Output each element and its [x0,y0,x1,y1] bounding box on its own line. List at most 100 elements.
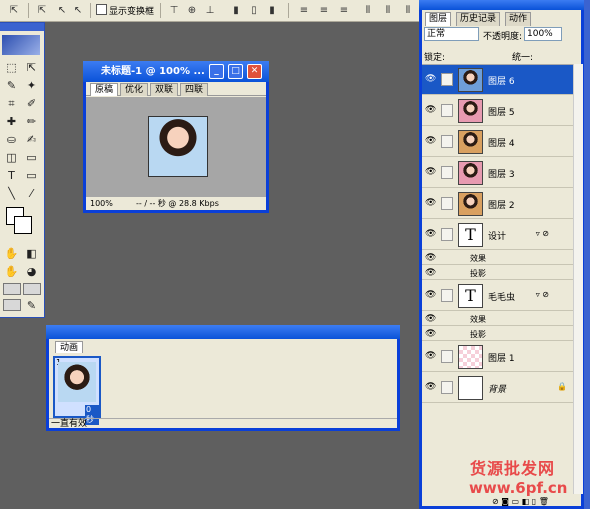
eyedropper-tool-icon[interactable]: ⁄ [22,185,41,202]
eye-icon[interactable]: 👁 [425,105,436,115]
tab-4up[interactable]: 四联 [180,83,209,96]
eye-icon[interactable]: 👁 [425,229,436,239]
link-icon[interactable] [441,228,453,241]
align-middle-icon[interactable]: ⊕ [184,3,200,18]
link-icon[interactable] [441,104,453,117]
link-icon[interactable] [441,166,453,179]
layer-row[interactable]: 👁 图层 6 [422,65,573,95]
history-brush-tool-icon[interactable]: ✍ [22,131,41,148]
layer-row[interactable]: 👁 T 毛毛虫 ▿ ⊘ [422,281,573,311]
opacity-field[interactable]: 100% [524,27,562,41]
layer-row[interactable]: 👁 图层 1 [422,342,573,372]
show-transform-controls-checkbox[interactable] [96,4,107,15]
layer-row[interactable]: 👁 图层 4 [422,127,573,157]
blend-mode-select[interactable]: 正常 [424,27,479,41]
tab-history[interactable]: 历史记录 [456,12,501,26]
crop-tool-icon[interactable]: ⌗ [2,95,21,112]
document-titlebar[interactable]: 未标题-1 @ 100% ... _ □ ✕ [83,61,269,82]
magic-wand-tool-icon[interactable]: ✦ [22,77,41,94]
healing-brush-tool-icon[interactable]: ✚ [2,113,21,130]
line-tool-icon[interactable]: ╲ [2,185,21,202]
align-center-icon[interactable]: ▯ [246,3,262,18]
quick-mask-icon[interactable]: ✋ [2,245,21,262]
distribute-bottom-icon[interactable]: ≡ [336,3,352,18]
link-icon[interactable] [441,135,453,148]
move-tool-icon[interactable]: ⇱ [6,3,22,18]
effects-icon[interactable]: ▿ ⊘ [536,290,549,299]
link-icon[interactable] [441,289,453,302]
toolbox-titlebar[interactable] [0,23,44,31]
layers-titlebar[interactable] [419,0,584,10]
align-bottom-icon[interactable]: ⊥ [202,3,218,18]
link-icon[interactable] [441,381,453,394]
document-canvas[interactable] [86,97,266,197]
slice-tool-icon[interactable]: ✐ [22,95,41,112]
eye-icon[interactable]: 👁 [425,314,436,324]
eye-icon[interactable]: 👁 [425,74,436,84]
eye-icon[interactable]: 👁 [425,290,436,300]
eye-icon[interactable]: 👁 [425,253,436,263]
move-tool-icon[interactable]: ⇱ [34,3,50,18]
align-right-icon[interactable]: ▮ [264,3,280,18]
tab-2up[interactable]: 双联 [150,83,179,96]
tab-actions[interactable]: 动作 [505,12,532,26]
stamp-tool-icon[interactable]: ⛀ [2,131,21,148]
new-layer-icon[interactable]: ⊘ ◙ ▭ ◧ ▯ 🗑 [492,496,549,507]
eye-icon[interactable]: 👁 [425,198,436,208]
shape-tool-icon[interactable]: ▭ [22,167,41,184]
background-color-swatch[interactable] [14,216,32,234]
eye-icon[interactable]: 👁 [425,167,436,177]
layer-row[interactable]: 👁 图层 5 [422,96,573,126]
standard-mode-icon[interactable]: ◧ [22,245,41,262]
eye-icon[interactable]: 👁 [425,351,436,361]
effects-row[interactable]: 👁 效果 [422,312,573,326]
link-icon[interactable] [441,73,453,86]
distribute-middle-icon[interactable]: ≡ [316,3,332,18]
distribute-right-icon[interactable]: ⫴ [400,3,416,18]
eraser-tool-icon[interactable]: ◫ [2,149,21,166]
tab-original[interactable]: 原稿 [90,83,119,96]
link-icon[interactable] [441,197,453,210]
layer-row[interactable]: 👁 图层 2 [422,189,573,219]
marquee-tool-icon[interactable]: ⬚ [2,59,21,76]
layer-row[interactable]: 👁 背景 🔒 [422,373,573,403]
distribute-left-icon[interactable]: ⫴ [360,3,376,18]
layer-row[interactable]: 👁 T 设计 ▿ ⊘ [422,220,573,250]
align-top-icon[interactable]: ⊤ [166,3,182,18]
distribute-center-icon[interactable]: ⫴ [380,3,396,18]
jump-icon[interactable]: ✋ [2,263,21,280]
download-info[interactable]: -- / -- 秒 @ 28.8 Kbps [136,198,219,210]
close-button[interactable]: ✕ [247,64,262,79]
effect-row[interactable]: 👁 投影 [422,327,573,341]
text-tool-icon[interactable]: T [2,167,21,184]
move-tool-icon[interactable]: ⇱ [22,59,41,76]
edit-in-imageready-icon[interactable]: ✎ [22,297,41,314]
tab-layers[interactable]: 图层 [425,12,452,26]
effect-row[interactable]: 👁 投影 [422,266,573,280]
animation-frame[interactable]: 1 0秒 [53,356,101,425]
tab-optimized[interactable]: 优化 [120,83,149,96]
effects-row[interactable]: 👁 效果 [422,251,573,265]
layers-scrollbar[interactable] [573,64,583,494]
eye-icon[interactable]: 👁 [425,329,436,339]
eye-icon[interactable]: 👁 [425,268,436,278]
adobe-logo-icon[interactable] [2,35,40,55]
link-icon[interactable] [441,350,453,363]
eye-icon[interactable]: 👁 [425,136,436,146]
arrow-icon[interactable]: ↖ [54,3,70,18]
imageready-icon[interactable]: ◕ [22,263,41,280]
maximize-button[interactable]: □ [228,64,243,79]
minimize-button[interactable]: _ [209,64,224,79]
screen-mode-full-button[interactable] [23,283,41,295]
brush-tool-icon[interactable]: ✏ [22,113,41,130]
screen-mode-standard-button[interactable] [3,283,21,295]
animation-titlebar[interactable] [46,325,400,339]
distribute-top-icon[interactable]: ≡ [296,3,312,18]
effects-icon[interactable]: ▿ ⊘ [536,229,549,238]
tab-animation[interactable]: 动画 [55,341,84,353]
arrow-icon[interactable]: ↖ [70,3,86,18]
lasso-tool-icon[interactable]: ✎ [2,77,21,94]
eye-icon[interactable]: 👁 [425,382,436,392]
loop-select[interactable]: 一直有效 [51,419,87,430]
layer-row[interactable]: 👁 图层 3 [422,158,573,188]
